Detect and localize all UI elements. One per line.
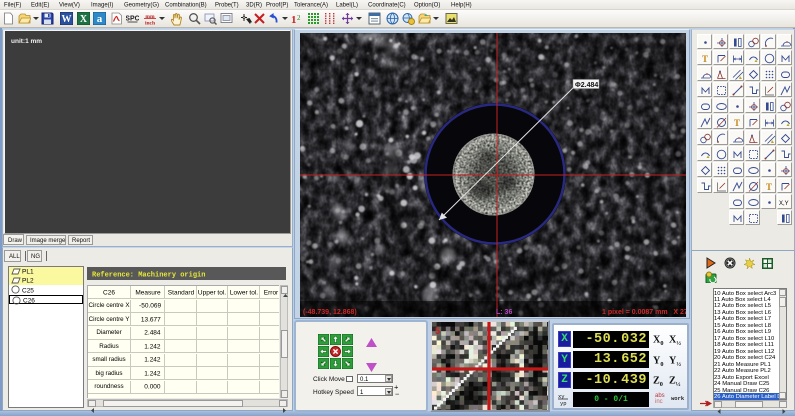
svg-text:T: T bbox=[766, 182, 772, 192]
svg-text:SPC: SPC bbox=[126, 16, 139, 23]
svg-text:yp: yp bbox=[560, 400, 567, 406]
svg-text:T: T bbox=[702, 54, 708, 64]
svg-text:W: W bbox=[62, 14, 72, 25]
svg-text:5: 5 bbox=[435, 326, 440, 336]
svg-text:Φ2.484: Φ2.484 bbox=[575, 82, 598, 89]
svg-text:2: 2 bbox=[297, 14, 301, 22]
svg-text:mm: mm bbox=[145, 14, 155, 20]
svg-text:T: T bbox=[734, 118, 740, 128]
svg-text:(-48.739, 12.868): (-48.739, 12.868) bbox=[303, 309, 357, 316]
svg-text:X: X bbox=[80, 14, 88, 25]
svg-text:L: 36: L: 36 bbox=[496, 309, 512, 316]
svg-text:1: 1 bbox=[291, 14, 297, 25]
svg-text:inch: inch bbox=[145, 21, 155, 26]
svg-text:a: a bbox=[97, 13, 103, 25]
svg-text:1 pixel = 0.0087 mm X 27.2: 1 pixel = 0.0087 mm X 27.2 bbox=[602, 309, 686, 316]
